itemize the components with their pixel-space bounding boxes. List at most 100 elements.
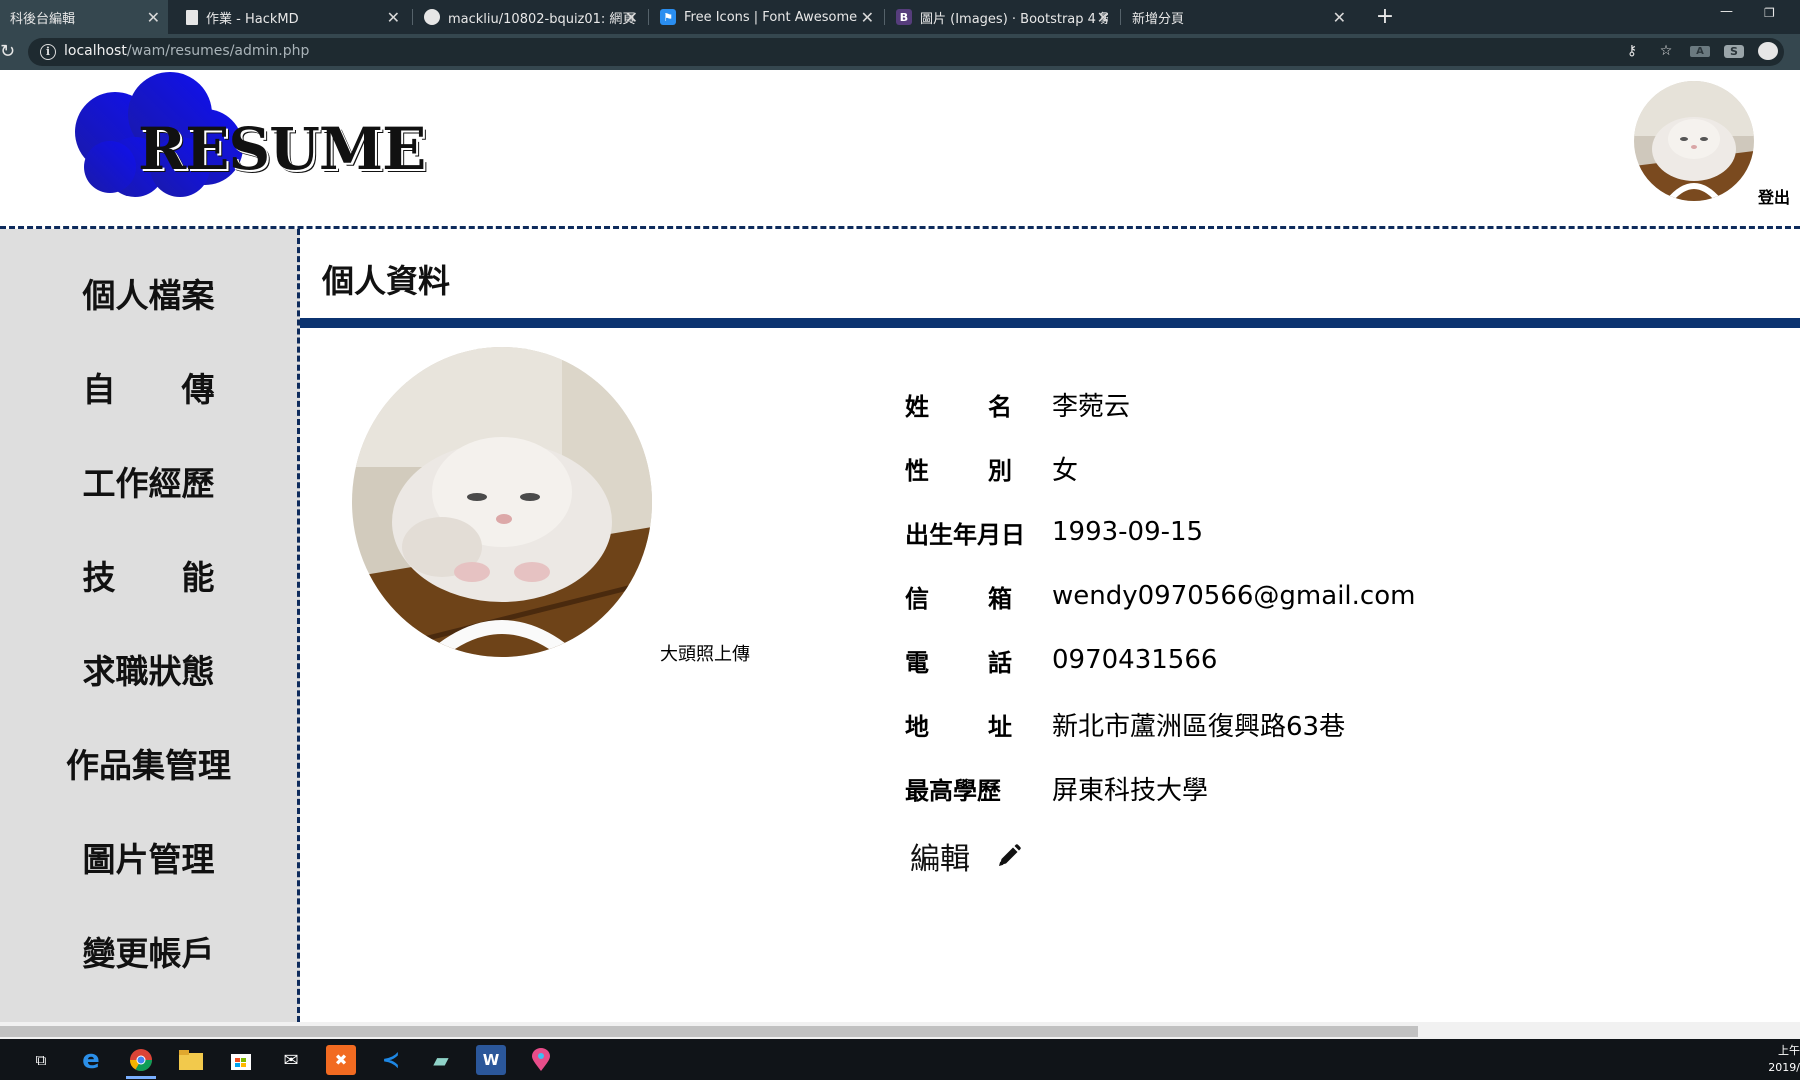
file-explorer-icon[interactable] (176, 1045, 206, 1075)
github-icon (424, 9, 440, 25)
edit-label: 編輯 (910, 842, 970, 877)
header-avatar[interactable] (1634, 81, 1754, 201)
logo-text[interactable]: RESUME (138, 115, 426, 183)
word-icon[interactable]: W (476, 1045, 506, 1075)
field-value: 0970431566 (1052, 645, 1218, 675)
field-label: 最高學歷 (905, 771, 1052, 806)
restore-icon[interactable]: ❐ (1764, 6, 1775, 20)
clock-line: 2019/ (1768, 1061, 1800, 1074)
close-icon[interactable]: ✕ (625, 8, 638, 27)
tab-title: 圖片 (Images) · Bootstrap 4 繁體 (920, 11, 1108, 27)
edit-button[interactable]: 編輯 (910, 834, 1022, 878)
task-view-icon[interactable]: ⧉ (26, 1045, 56, 1075)
xampp-icon[interactable]: ✖ (326, 1045, 356, 1075)
label-char: 姓 (905, 392, 929, 421)
chrome-icon[interactable] (126, 1045, 156, 1075)
hamster-image (352, 347, 652, 657)
label-char: 最高學歷 (905, 776, 1001, 805)
field-value: 屏東科技大學 (1052, 775, 1209, 806)
sidebar-item-profile[interactable]: 個人檔案 (0, 269, 297, 317)
field-email: 信箱 wendy0970566@gmail.com (905, 576, 1415, 616)
sidebar-item-portfolio[interactable]: 作品集管理 (0, 739, 297, 787)
label-char: 出生年月日 (905, 520, 1025, 549)
maps-pin-icon[interactable] (526, 1045, 556, 1075)
pencil-icon (999, 844, 1021, 866)
new-tab-icon[interactable]: + (1372, 4, 1398, 30)
label-char: 名 (988, 392, 1012, 421)
tab-separator (648, 9, 649, 25)
field-phone: 電 話 0970431566 (905, 640, 1217, 680)
store-icon[interactable] (226, 1045, 256, 1075)
s-extension-icon[interactable]: S (1724, 44, 1744, 58)
label-char: 址 (988, 712, 1012, 741)
tab-separator (1120, 9, 1121, 25)
label-char: 別 (988, 456, 1012, 485)
key-icon[interactable]: ⚷ (1622, 43, 1642, 59)
field-gender: 性別 女 (905, 448, 1078, 488)
close-icon[interactable]: ✕ (1097, 8, 1110, 27)
info-icon[interactable]: i (40, 44, 56, 60)
star-icon[interactable]: ☆ (1656, 43, 1676, 59)
edge-icon[interactable]: e (76, 1045, 106, 1075)
field-education: 最高學歷 屏東科技大學 (905, 768, 1208, 808)
sidebar-item-autobiography[interactable]: 自 傳 (0, 363, 297, 411)
browser-tab-strip: 科後台編輯 ✕ 作業 - HackMD ✕ mackliu/10802-bqui… (0, 0, 1800, 34)
mail-icon[interactable]: ✉ (276, 1045, 306, 1075)
tab-new-tab[interactable]: 新增分頁 ✕ (1122, 0, 1354, 34)
minimize-icon[interactable]: — (1720, 4, 1733, 19)
profile-icon[interactable] (1758, 42, 1778, 60)
title-divider (300, 318, 1800, 328)
tab-title: 作業 - HackMD (206, 11, 299, 27)
tab-admin[interactable]: 科後台編輯 ✕ (0, 0, 168, 34)
tab-title: 新增分頁 (1132, 11, 1185, 27)
logout-link[interactable]: 登出 (1758, 184, 1790, 208)
field-value: 女 (1052, 455, 1079, 486)
taskbar (0, 1039, 1800, 1080)
page-title: 個人資料 (322, 262, 451, 300)
sidebar-item-work-experience[interactable]: 工作經歷 (0, 457, 297, 505)
tab-separator (412, 9, 413, 25)
url-path: /wam/resumes/admin.php (126, 43, 310, 59)
tab-hackmd[interactable]: 作業 - HackMD ✕ (176, 0, 408, 34)
tab-bootstrap[interactable]: B 圖片 (Images) · Bootstrap 4 繁體 ✕ (886, 0, 1118, 34)
sidebar-item-job-status[interactable]: 求職狀態 (0, 645, 297, 693)
close-icon[interactable]: ✕ (147, 8, 160, 27)
vscode-icon[interactable]: ≺ (376, 1045, 406, 1075)
pdf-extension-icon[interactable]: A (1690, 45, 1710, 57)
sidebar: 個人檔案 自 傳 工作經歷 技 能 求職狀態 作品集管理 圖片管理 變更帳戶 (0, 229, 300, 1022)
tab-title: mackliu/10802-bquiz01: 網頁乙 (448, 11, 636, 27)
label-char: 信 (905, 584, 929, 613)
field-value: wendy0970566@gmail.com (1052, 581, 1416, 611)
field-value: 新北市蘆洲區復興路63巷 (1052, 711, 1346, 742)
scrollbar-thumb[interactable] (0, 1026, 1418, 1037)
flag-icon: ⚑ (660, 9, 676, 25)
close-icon[interactable]: ✕ (861, 8, 874, 27)
sidebar-item-images[interactable]: 圖片管理 (0, 833, 297, 881)
field-address: 地址 新北市蘆洲區復興路63巷 (905, 704, 1345, 744)
field-label: 性別 (905, 451, 1052, 486)
field-value: 李菀云 (1052, 391, 1131, 422)
field-label: 信箱 (905, 579, 1052, 614)
tab-title: 科後台編輯 (10, 11, 76, 27)
field-label: 姓名 (905, 387, 1052, 422)
taskbar-clock[interactable]: 上午 2019/ (1768, 1042, 1800, 1076)
doc-icon (186, 9, 198, 25)
notepad-icon[interactable]: ▰ (426, 1045, 456, 1075)
sidebar-item-account[interactable]: 變更帳戶 (0, 927, 297, 975)
label-char: 性 (905, 456, 929, 485)
url-host: localhost (64, 43, 127, 59)
label-char: 話 (988, 648, 1012, 677)
close-icon[interactable]: ✕ (387, 8, 400, 27)
field-label: 地址 (905, 707, 1052, 742)
tab-github[interactable]: mackliu/10802-bquiz01: 網頁乙 ✕ (414, 0, 646, 34)
reload-icon[interactable]: ↻ (0, 41, 15, 62)
sidebar-item-skills[interactable]: 技 能 (0, 551, 297, 599)
label-char: 地 (905, 712, 929, 741)
close-icon[interactable]: ✕ (1333, 8, 1346, 27)
tab-font-awesome[interactable]: ⚑ Free Icons | Font Awesome ✕ (650, 0, 882, 34)
bootstrap-icon: B (896, 9, 912, 25)
profile-photo[interactable] (352, 347, 652, 657)
omnibox[interactable]: i localhost/wam/resumes/admin.php ⚷ ☆ A … (28, 38, 1784, 66)
photo-upload-link[interactable]: 大頭照上傳 (660, 640, 750, 666)
label-char: 電 (905, 648, 929, 677)
